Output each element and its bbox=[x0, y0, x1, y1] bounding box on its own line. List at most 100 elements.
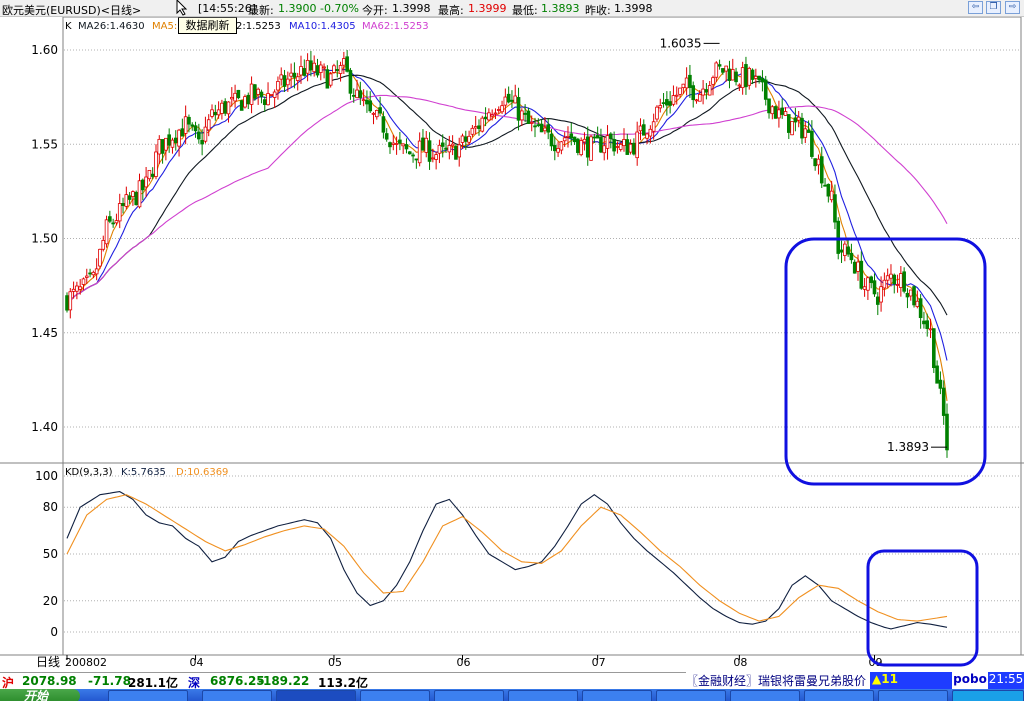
candle-down bbox=[592, 136, 597, 139]
taskbar-item[interactable] bbox=[360, 690, 430, 701]
candle-down bbox=[585, 136, 590, 158]
kd-lines bbox=[66, 491, 948, 630]
candle-up bbox=[908, 289, 913, 297]
candle-up bbox=[206, 119, 211, 131]
taskbar-item[interactable] bbox=[434, 690, 504, 701]
start-button[interactable]: 开始 bbox=[0, 689, 80, 701]
candle-up bbox=[243, 96, 247, 108]
candle-up bbox=[681, 83, 686, 89]
candle-up bbox=[417, 140, 422, 164]
candle-up bbox=[671, 95, 676, 105]
forward-icon[interactable]: ⇨ bbox=[1005, 1, 1020, 14]
candle-up bbox=[177, 129, 181, 147]
candle-up bbox=[137, 180, 142, 208]
kd-tick-label: 20 bbox=[43, 594, 58, 608]
system-tray[interactable] bbox=[952, 690, 1024, 701]
candlestick-series bbox=[65, 50, 949, 458]
taskbar-item[interactable] bbox=[276, 690, 356, 701]
x-tick-label: 06 bbox=[457, 656, 471, 669]
candle-down bbox=[421, 137, 425, 151]
candle-up bbox=[582, 138, 587, 143]
taskbar-item[interactable] bbox=[878, 690, 948, 701]
symbol-title: 欧元美元(EURUSD)<日线> bbox=[2, 4, 142, 17]
candle-down bbox=[849, 252, 854, 261]
candle-up bbox=[694, 99, 699, 102]
alert-count[interactable]: ▲11 bbox=[870, 672, 952, 689]
legend-ma26: MA26:1.4630 bbox=[78, 21, 145, 32]
taskbar-item[interactable] bbox=[508, 690, 578, 701]
ma10-line bbox=[66, 68, 948, 361]
candle-down bbox=[454, 145, 458, 160]
candle-up bbox=[279, 74, 284, 80]
candle-up bbox=[164, 137, 168, 151]
legend-ma10: MA10:1.4305 bbox=[289, 21, 356, 32]
candle-down bbox=[345, 56, 349, 72]
candle-up bbox=[796, 116, 801, 121]
sz-change: -189.22 bbox=[258, 674, 310, 688]
candle-down bbox=[150, 173, 155, 177]
candle-up bbox=[879, 286, 883, 303]
candle-up bbox=[635, 131, 639, 159]
candle-up bbox=[332, 65, 336, 73]
candle-down bbox=[810, 130, 814, 157]
x-axis-label: 日线 bbox=[36, 655, 60, 669]
back-icon[interactable]: ⇦ bbox=[968, 1, 983, 14]
high-label: 最高: bbox=[438, 4, 464, 17]
taskbar-item[interactable] bbox=[804, 690, 874, 701]
candle-up bbox=[289, 72, 293, 77]
candle-down bbox=[440, 142, 445, 147]
ma26-line bbox=[66, 74, 948, 316]
x-tick-label: 04 bbox=[190, 656, 204, 669]
candle-up bbox=[589, 136, 593, 161]
candle-up bbox=[401, 143, 405, 147]
candle-down bbox=[302, 68, 307, 76]
kd-d-line bbox=[66, 494, 948, 622]
candle-down bbox=[65, 295, 69, 311]
candle-up bbox=[355, 89, 359, 99]
candle-down bbox=[767, 98, 771, 114]
candle-up bbox=[496, 109, 501, 111]
candle-down bbox=[757, 75, 761, 81]
candle-down bbox=[398, 139, 402, 144]
candle-down bbox=[572, 136, 577, 143]
kd-k-label: K:5.7635 bbox=[121, 467, 166, 478]
candle-up bbox=[754, 75, 758, 79]
candle-up bbox=[98, 248, 102, 267]
windows-taskbar: 开始 bbox=[0, 689, 1024, 701]
candle-up bbox=[328, 73, 333, 86]
candle-up bbox=[450, 143, 455, 147]
candle-up bbox=[295, 76, 300, 81]
candle-up bbox=[615, 146, 620, 148]
candle-up bbox=[674, 94, 679, 97]
high-value: 1.3999 bbox=[468, 2, 507, 15]
candle-up bbox=[490, 114, 494, 117]
candle-down bbox=[661, 102, 666, 105]
kd-highlight-box bbox=[866, 549, 979, 667]
candle-up bbox=[843, 243, 847, 256]
price-tick-label: 1.55 bbox=[31, 137, 58, 151]
candle-up bbox=[895, 284, 900, 286]
taskbar-item[interactable] bbox=[656, 690, 726, 701]
taskbar-item[interactable] bbox=[730, 690, 800, 701]
restore-icon[interactable]: ❐ bbox=[986, 1, 1001, 14]
candle-up bbox=[714, 62, 719, 78]
candle-down bbox=[351, 94, 356, 97]
candle-down bbox=[552, 144, 557, 152]
candle-down bbox=[111, 222, 115, 225]
candle-down bbox=[259, 91, 264, 97]
candle-down bbox=[309, 60, 313, 71]
quick-launch[interactable] bbox=[108, 690, 188, 701]
candle-down bbox=[872, 280, 877, 295]
candle-down bbox=[918, 298, 923, 319]
chart-legend: K MA26:1.4630 MA5: 2:1.5253 MA10:1.4305 MA62:… bbox=[65, 21, 429, 478]
candle-up bbox=[131, 191, 135, 198]
candle-up bbox=[566, 135, 570, 138]
candle-down bbox=[414, 158, 419, 161]
taskbar-item[interactable] bbox=[202, 690, 272, 701]
candle-down bbox=[546, 124, 550, 133]
candle-up bbox=[371, 112, 376, 115]
taskbar-item[interactable] bbox=[582, 690, 652, 701]
candle-down bbox=[721, 68, 725, 73]
candle-up bbox=[447, 145, 452, 153]
candle-down bbox=[935, 365, 939, 384]
